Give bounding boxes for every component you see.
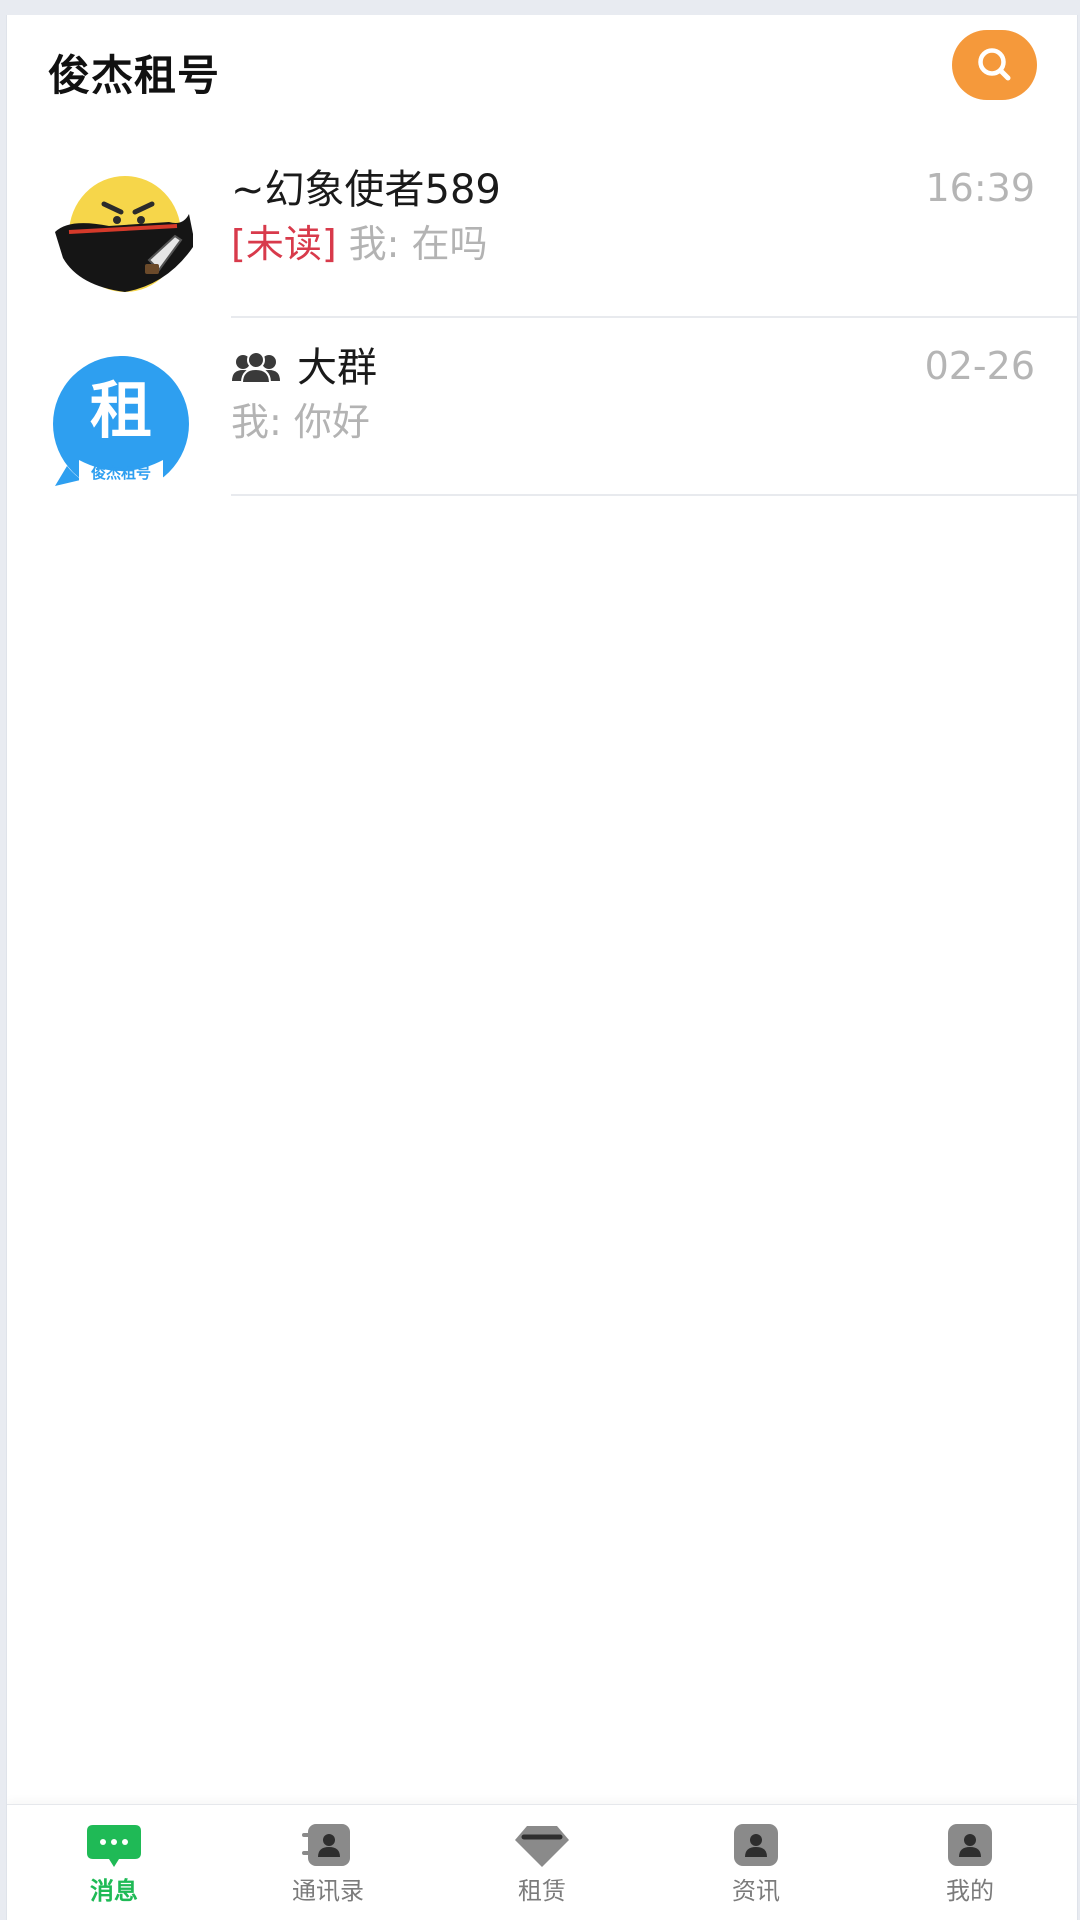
group-icon xyxy=(232,351,280,384)
conversation-body: 大群 02-26 我: 你好 xyxy=(231,318,1077,496)
search-icon xyxy=(977,48,1010,81)
last-message-text: 我: 你好 xyxy=(231,400,370,444)
search-button[interactable] xyxy=(952,30,1037,100)
conversation-time: 16:39 xyxy=(925,166,1035,210)
message-icon xyxy=(85,1823,143,1869)
conversation-item[interactable]: 租 俊杰租号 大群 02-26 我: 你好 xyxy=(7,318,1077,496)
unread-tag: [未读] xyxy=(231,222,337,266)
page-title: 俊杰租号 xyxy=(48,51,221,100)
nav-item-messages[interactable]: 消息 xyxy=(7,1805,221,1920)
nav-item-contacts[interactable]: 通讯录 xyxy=(221,1805,435,1920)
conversation-body: ~幻象使者589 16:39 [未读] 我: 在吗 xyxy=(231,140,1077,318)
diamond-icon xyxy=(513,1823,571,1869)
conversation-list: ~幻象使者589 16:39 [未读] 我: 在吗 租 俊杰租号 大群 02-2… xyxy=(7,140,1077,496)
rental-logo-avatar: 租 俊杰租号 xyxy=(49,352,193,496)
conversation-name-text: 大群 xyxy=(297,345,377,391)
top-header: 俊杰租号 xyxy=(7,15,1077,130)
nav-label: 我的 xyxy=(946,1877,994,1905)
nav-label: 资讯 xyxy=(732,1877,780,1905)
news-icon xyxy=(727,1823,785,1869)
nav-label: 消息 xyxy=(90,1877,138,1905)
profile-icon xyxy=(941,1823,999,1869)
conversation-name: 大群 xyxy=(231,344,377,392)
nav-item-news[interactable]: 资讯 xyxy=(649,1805,863,1920)
conversation-name: ~幻象使者589 xyxy=(231,166,501,214)
nav-label: 通讯录 xyxy=(292,1877,364,1905)
avatar-logo-subtext: 俊杰租号 xyxy=(91,464,151,482)
conversation-preview: [未读] 我: 在吗 xyxy=(231,222,488,268)
last-message-text: 我: 在吗 xyxy=(348,222,488,266)
conversation-preview: 我: 你好 xyxy=(231,400,370,446)
nav-item-profile[interactable]: 我的 xyxy=(863,1805,1077,1920)
app-screen: 俊杰租号 ~幻象使者589 16:39 [未读] 我: 在吗 租 俊杰租号 大群… xyxy=(6,15,1078,1920)
conversation-item[interactable]: ~幻象使者589 16:39 [未读] 我: 在吗 xyxy=(7,140,1077,318)
nav-label: 租赁 xyxy=(518,1877,566,1905)
conversation-time: 02-26 xyxy=(924,344,1035,388)
avatar-logo-text: 租 xyxy=(90,374,152,447)
bottom-nav: 消息 通讯录 租赁 资讯 我的 xyxy=(7,1804,1077,1920)
contacts-icon xyxy=(299,1823,357,1869)
conversation-name-text: ~幻象使者589 xyxy=(231,167,501,213)
nav-item-rental[interactable]: 租赁 xyxy=(435,1805,649,1920)
ninja-emoji-avatar xyxy=(49,174,195,318)
